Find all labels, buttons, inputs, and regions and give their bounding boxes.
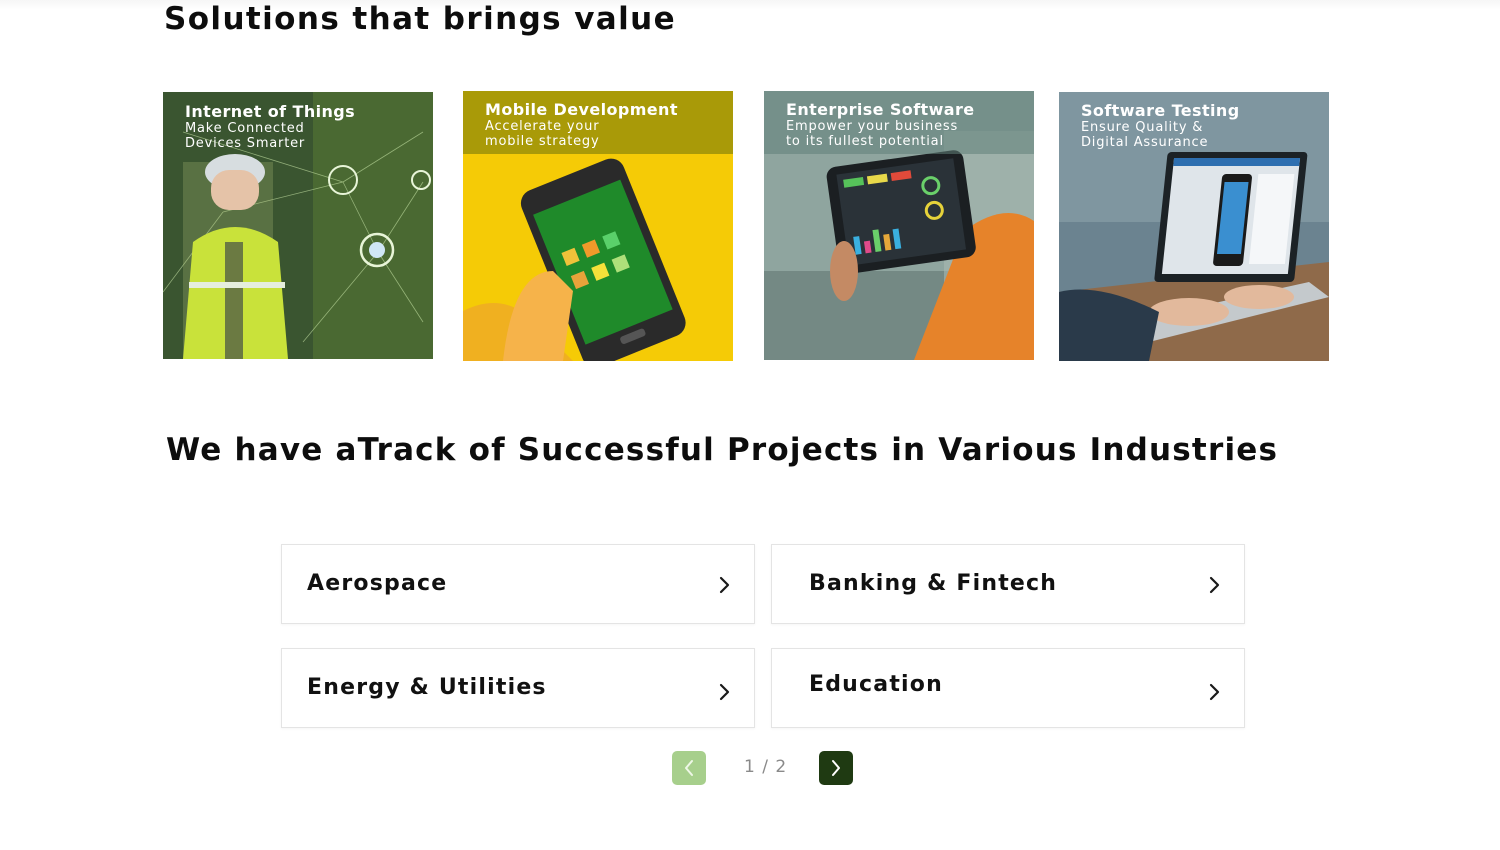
card-subtitle: Ensure Quality & bbox=[1081, 120, 1204, 135]
chevron-right-icon[interactable] bbox=[1208, 682, 1222, 702]
card-subtitle: to its fullest potential bbox=[786, 134, 944, 149]
card-subtitle: mobile strategy bbox=[485, 134, 600, 149]
card-title: Internet of Things bbox=[185, 102, 356, 121]
solutions-heading: Solutions that brings value bbox=[164, 1, 677, 37]
industry-label: Education bbox=[809, 672, 943, 697]
chevron-left-icon bbox=[685, 760, 693, 776]
chevron-right-icon[interactable] bbox=[718, 682, 732, 702]
pagination-counter: 1 / 2 bbox=[744, 757, 788, 777]
industry-item-aerospace[interactable]: Aerospace bbox=[281, 544, 755, 624]
card-subtitle: Accelerate your bbox=[485, 119, 600, 134]
card-subtitle: Empower your business bbox=[786, 119, 959, 134]
chevron-right-icon[interactable] bbox=[1208, 575, 1222, 595]
industry-label: Banking & Fintech bbox=[809, 571, 1058, 596]
card-subtitle: Digital Assurance bbox=[1081, 135, 1209, 150]
card-subtitle: Devices Smarter bbox=[185, 136, 306, 151]
card-title: Enterprise Software bbox=[786, 100, 975, 119]
chevron-right-icon bbox=[832, 760, 840, 776]
solution-card-testing[interactable]: Software Testing Ensure Quality & Digita… bbox=[1059, 92, 1329, 361]
industry-label: Aerospace bbox=[307, 571, 448, 596]
solution-card-mobile[interactable]: Mobile Development Accelerate your mobil… bbox=[463, 91, 733, 361]
industry-label: Energy & Utilities bbox=[307, 675, 547, 700]
card-title: Software Testing bbox=[1081, 101, 1240, 120]
industries-heading: We have aTrack of Successful Projects in… bbox=[166, 432, 1279, 468]
pagination-next-button[interactable] bbox=[819, 751, 853, 785]
industry-item-banking-fintech[interactable]: Banking & Fintech bbox=[771, 544, 1245, 624]
industry-item-education[interactable]: Education bbox=[771, 648, 1245, 728]
industry-item-energy-utilities[interactable]: Energy & Utilities bbox=[281, 648, 755, 728]
card-subtitle: Make Connected bbox=[185, 121, 305, 136]
chevron-right-icon[interactable] bbox=[718, 575, 732, 595]
pagination-prev-button[interactable] bbox=[672, 751, 706, 785]
solution-card-iot[interactable]: Internet of Things Make Connected Device… bbox=[163, 92, 433, 359]
card-title: Mobile Development bbox=[485, 100, 678, 119]
solution-card-enterprise[interactable]: Enterprise Software Empower your busines… bbox=[764, 91, 1034, 360]
